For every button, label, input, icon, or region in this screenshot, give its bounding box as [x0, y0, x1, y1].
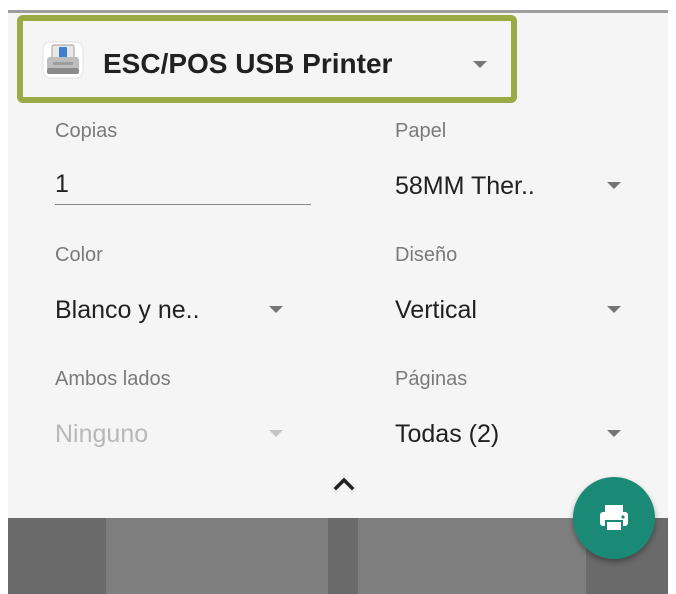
print-button[interactable]: [573, 477, 655, 559]
layout-value: Vertical: [395, 296, 477, 324]
duplex-label: Ambos lados: [55, 368, 171, 390]
preview-page[interactable]: [358, 518, 586, 594]
paper-value: 58MM Ther..: [395, 172, 535, 200]
usb-printer-icon: [41, 40, 85, 80]
paper-label: Papel: [395, 120, 447, 142]
pages-label: Páginas: [395, 368, 468, 390]
print-preview-area: [8, 518, 668, 594]
chevron-down-icon: [269, 430, 283, 437]
color-select[interactable]: Blanco y ne..: [55, 290, 295, 328]
chevron-down-icon: [607, 182, 621, 189]
preview-page[interactable]: [106, 518, 328, 594]
layout-label: Diseño: [395, 244, 458, 266]
chevron-down-icon: [607, 306, 621, 313]
print-icon: [600, 505, 628, 532]
pages-select[interactable]: Todas (2): [395, 414, 635, 452]
chevron-down-icon: [269, 306, 283, 313]
copies-label: Copias: [55, 120, 118, 142]
chevron-down-icon: [473, 61, 487, 68]
print-options-panel: ESC/POS USB Printer Copias 1 Papel 58MM …: [0, 0, 676, 594]
printer-name: ESC/POS USB Printer: [103, 48, 393, 79]
color-value: Blanco y ne..: [55, 296, 200, 324]
duplex-select[interactable]: Ninguno: [55, 414, 295, 452]
paper-select[interactable]: 58MM Ther..: [395, 166, 635, 204]
chevron-down-icon: [607, 430, 621, 437]
layout-select[interactable]: Vertical: [395, 290, 635, 328]
duplex-value: Ninguno: [55, 420, 149, 448]
pages-value: Todas (2): [395, 420, 500, 448]
copies-input-underline: [55, 204, 311, 205]
top-divider: [8, 10, 668, 13]
color-label: Color: [55, 244, 103, 266]
copies-input[interactable]: 1: [55, 170, 69, 198]
chevron-up-icon[interactable]: [332, 474, 356, 492]
printer-selector[interactable]: ESC/POS USB Printer: [17, 15, 517, 103]
